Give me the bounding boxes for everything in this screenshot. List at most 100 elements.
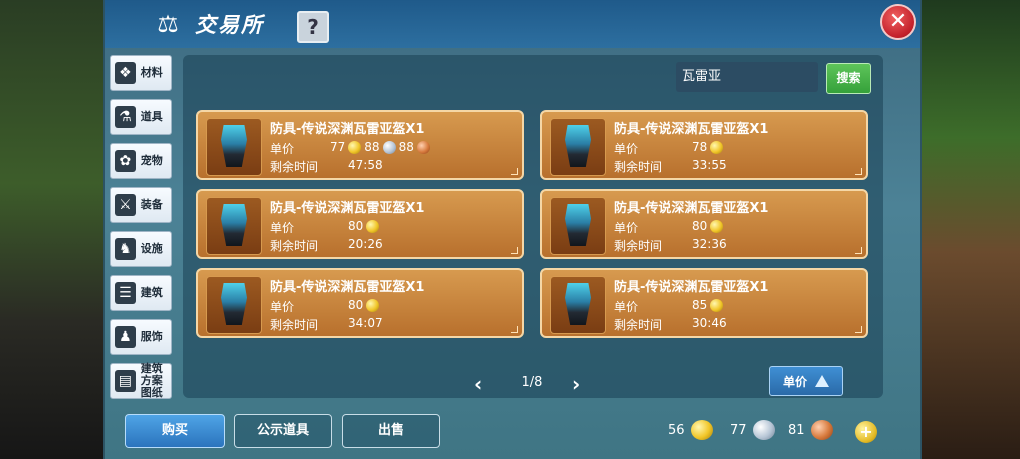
helmet-icon bbox=[565, 283, 591, 325]
gold-coin-icon bbox=[710, 140, 724, 154]
sort-button-label: 单价 bbox=[782, 374, 807, 389]
time-label: 剩余时间 bbox=[614, 318, 663, 332]
gold-coin-icon bbox=[348, 140, 362, 154]
add-currency-button[interactable]: + bbox=[855, 421, 877, 443]
silver-coin-icon bbox=[752, 420, 775, 440]
scales-icon: ⚖ bbox=[157, 10, 179, 38]
price-silver: 88 bbox=[364, 140, 380, 154]
price-label: 单价 bbox=[270, 142, 295, 156]
item-name: 防具-传说深渊瓦雷亚盔X1 bbox=[270, 280, 425, 295]
silver-coin-icon bbox=[382, 140, 396, 154]
corner-mark bbox=[511, 247, 518, 254]
helmet-icon bbox=[565, 204, 591, 246]
materials-icon: ❖ bbox=[115, 62, 136, 84]
helmet-icon bbox=[221, 283, 247, 325]
price-gold: 80 bbox=[692, 219, 708, 233]
facility-icon: ♞ bbox=[115, 238, 136, 260]
corner-mark bbox=[855, 168, 862, 175]
sort-arrow-icon bbox=[815, 375, 829, 387]
listing-card[interactable]: 防具-传说深渊瓦雷亚盔X1 单价 85 剩余时间 30:46 bbox=[540, 268, 868, 338]
copper-coin-icon bbox=[416, 140, 430, 154]
help-button[interactable]: ? bbox=[297, 11, 329, 43]
price-value: 80 bbox=[348, 219, 380, 233]
sort-by-price-button[interactable]: 单价 bbox=[769, 366, 843, 396]
sidebar-item-label: 设施 bbox=[140, 242, 163, 255]
tab-buy[interactable]: 购买 bbox=[125, 414, 225, 448]
sidebar-item-buildings[interactable]: ☰ 建筑 bbox=[110, 275, 172, 311]
sidebar-item-label: 宠物 bbox=[140, 154, 163, 167]
sidebar-item-label: 建筑方案图纸 bbox=[140, 362, 163, 399]
price-gold: 78 bbox=[692, 140, 708, 154]
copper-coin-icon bbox=[810, 420, 833, 440]
page-title: 交易所 bbox=[195, 13, 264, 37]
clothing-icon: ♟ bbox=[115, 326, 136, 348]
gold-coin-icon bbox=[366, 298, 380, 312]
gold-coin-icon bbox=[366, 219, 380, 233]
corner-mark bbox=[855, 247, 862, 254]
item-name: 防具-传说深渊瓦雷亚盔X1 bbox=[614, 280, 769, 295]
listing-card[interactable]: 防具-传说深渊瓦雷亚盔X1 单价 80 剩余时间 32:36 bbox=[540, 189, 868, 259]
sidebar-item-facilities[interactable]: ♞ 设施 bbox=[110, 231, 172, 267]
price-label: 单价 bbox=[270, 300, 295, 314]
building-icon: ☰ bbox=[115, 282, 136, 304]
price-value: 77 88 88 bbox=[330, 140, 430, 154]
price-label: 单价 bbox=[270, 221, 295, 235]
time-value: 34:07 bbox=[348, 316, 383, 330]
sidebar-item-equipment[interactable]: ⚔ 装备 bbox=[110, 187, 172, 223]
time-value: 33:55 bbox=[692, 158, 727, 172]
paw-icon: ✿ bbox=[115, 150, 136, 172]
price-value: 78 bbox=[692, 140, 724, 154]
sidebar-item-label: 装备 bbox=[140, 198, 163, 211]
tab-sell[interactable]: 出售 bbox=[342, 414, 440, 448]
silver-balance: 77 bbox=[730, 420, 775, 440]
sidebar-item-clothing[interactable]: ♟ 服饰 bbox=[110, 319, 172, 355]
search-button[interactable]: 搜索 bbox=[826, 63, 871, 94]
price-label: 单价 bbox=[614, 300, 639, 314]
silver-amount: 77 bbox=[730, 422, 747, 438]
sidebar-item-blueprints[interactable]: ▤ 建筑方案图纸 bbox=[110, 363, 172, 399]
gold-coin-icon bbox=[690, 420, 713, 440]
helmet-icon bbox=[221, 204, 247, 246]
item-name: 防具-传说深渊瓦雷亚盔X1 bbox=[614, 122, 769, 137]
helmet-icon bbox=[565, 125, 591, 167]
next-page-button[interactable]: › bbox=[572, 372, 580, 396]
price-label: 单价 bbox=[614, 142, 639, 156]
price-gold: 80 bbox=[348, 298, 364, 312]
price-value: 80 bbox=[692, 219, 724, 233]
sidebar-item-label: 建筑 bbox=[140, 286, 163, 299]
listing-card[interactable]: 防具-传说深渊瓦雷亚盔X1 单价 78 剩余时间 33:55 bbox=[540, 110, 868, 180]
time-value: 20:26 bbox=[348, 237, 383, 251]
corner-mark bbox=[511, 326, 518, 333]
background-scenery-right bbox=[910, 0, 1020, 459]
gold-amount: 56 bbox=[668, 422, 685, 438]
sidebar-item-props[interactable]: ⚗ 道具 bbox=[110, 99, 172, 135]
sidebar-item-label: 道具 bbox=[140, 110, 163, 123]
blueprint-icon: ▤ bbox=[115, 370, 136, 392]
listing-card[interactable]: 防具-传说深渊瓦雷亚盔X1 单价 80 剩余时间 34:07 bbox=[196, 268, 524, 338]
item-thumbnail bbox=[550, 276, 606, 334]
listing-card[interactable]: 防具-传说深渊瓦雷亚盔X1 单价 80 剩余时间 20:26 bbox=[196, 189, 524, 259]
gold-balance: 56 bbox=[668, 420, 713, 440]
time-label: 剩余时间 bbox=[614, 160, 663, 174]
corner-mark bbox=[855, 326, 862, 333]
time-label: 剩余时间 bbox=[270, 239, 319, 253]
listing-card[interactable]: 防具-传说深渊瓦雷亚盔X1 单价 77 88 88 剩余时间 47:58 bbox=[196, 110, 524, 180]
price-gold: 80 bbox=[348, 219, 364, 233]
tab-public-items[interactable]: 公示道具 bbox=[234, 414, 332, 448]
category-sidebar: ❖ 材料 ⚗ 道具 ✿ 宠物 ⚔ 装备 ♞ 设施 ☰ 建筑 ♟ 服饰 ▤ 建筑方… bbox=[110, 55, 174, 407]
price-value: 80 bbox=[348, 298, 380, 312]
potion-icon: ⚗ bbox=[115, 106, 136, 128]
price-value: 85 bbox=[692, 298, 724, 312]
search-input[interactable]: 瓦雷亚 bbox=[676, 62, 818, 92]
gold-coin-icon bbox=[710, 219, 724, 233]
close-button[interactable]: ✕ bbox=[880, 4, 916, 40]
copper-balance: 81 bbox=[788, 420, 833, 440]
item-name: 防具-传说深渊瓦雷亚盔X1 bbox=[270, 201, 425, 216]
previous-page-button[interactable]: ‹ bbox=[474, 372, 482, 396]
sidebar-item-pets[interactable]: ✿ 宠物 bbox=[110, 143, 172, 179]
helmet-icon bbox=[221, 125, 247, 167]
item-thumbnail bbox=[206, 276, 262, 334]
background-scenery-left bbox=[0, 0, 110, 459]
sidebar-item-materials[interactable]: ❖ 材料 bbox=[110, 55, 172, 91]
time-label: 剩余时间 bbox=[614, 239, 663, 253]
